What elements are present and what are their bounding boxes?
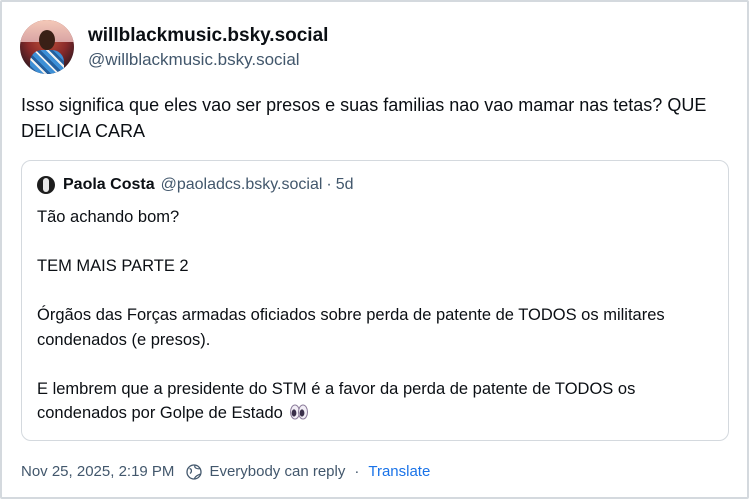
quoted-paragraph: TEM MAIS PARTE 2 [37,257,189,275]
quoted-paragraph-text: E lembrem que a presidente do STM é a fa… [37,379,636,423]
post-timestamp[interactable]: Nov 25, 2025, 2:19 PM [21,463,174,480]
author-names: willblackmusic.bsky.social @willblackmus… [88,24,328,71]
quoted-post[interactable]: Paola Costa @paoladcs.bsky.social · 5d T… [21,160,729,441]
quoted-separator: · [326,176,332,193]
quoted-author-avatar[interactable] [37,176,55,194]
post-text: Isso significa que eles vao ser presos e… [21,95,712,141]
quoted-timestamp[interactable]: 5d [336,176,354,194]
post-header: willblackmusic.bsky.social @willblackmus… [20,20,328,74]
post-card: willblackmusic.bsky.social @willblackmus… [0,0,749,499]
quoted-author-handle[interactable]: @paoladcs.bsky.social [161,176,323,194]
avatar-shirt [30,50,64,74]
translate-link[interactable]: Translate [368,463,430,480]
quoted-paragraph-last: E lembrem que a presidente do STM é a fa… [37,377,717,426]
eyes-icon [289,403,309,420]
globe-icon [186,463,203,480]
quoted-author-name[interactable]: Paola Costa [63,176,155,194]
quoted-paragraph: Órgãos das Forças armadas oficiados sobr… [37,306,665,349]
quoted-post-header: Paola Costa @paoladcs.bsky.social · 5d [37,176,354,194]
reply-setting[interactable]: Everybody can reply [209,463,345,480]
author-avatar[interactable] [20,20,74,74]
post-footer: Nov 25, 2025, 2:19 PM Everybody can repl… [21,463,430,480]
quoted-post-text: Tão achando bom? TEM MAIS PARTE 2 Órgãos… [37,205,717,426]
footer-separator: · [354,463,360,480]
author-handle[interactable]: @willblackmusic.bsky.social [88,49,328,71]
quoted-paragraph: Tão achando bom? [37,208,180,226]
avatar-head [39,30,55,50]
author-display-name[interactable]: willblackmusic.bsky.social [88,24,328,48]
